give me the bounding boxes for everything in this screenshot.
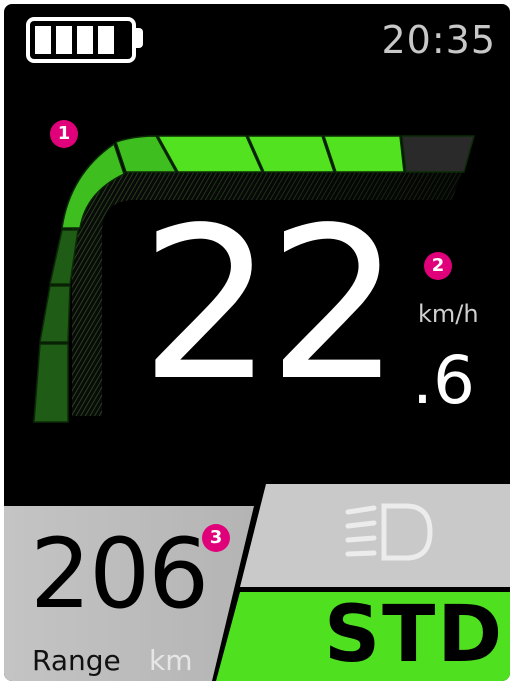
gauge-segment [246, 135, 336, 173]
gauge-segment [33, 343, 69, 423]
gauge-segment [322, 135, 405, 173]
display-screen: 20:35 1 22 2 km/h .6 206 3 Range km STD [4, 4, 510, 681]
marker-badge-2: 2 [424, 252, 452, 280]
range-label: Range [32, 644, 121, 677]
marker-badge-1: 1 [50, 120, 78, 148]
range-value: 206 [30, 518, 209, 630]
gauge-segment [39, 285, 71, 343]
marker-badge-3: 3 [202, 524, 230, 552]
speed-unit: km/h [418, 300, 479, 328]
gauge-segment [401, 135, 475, 173]
assist-mode-label: STD [324, 590, 505, 680]
headlight-icon [345, 503, 433, 561]
speed-value: 22 [140, 182, 401, 427]
range-unit: km [149, 644, 193, 677]
speed-decimal: .6 [412, 342, 475, 419]
